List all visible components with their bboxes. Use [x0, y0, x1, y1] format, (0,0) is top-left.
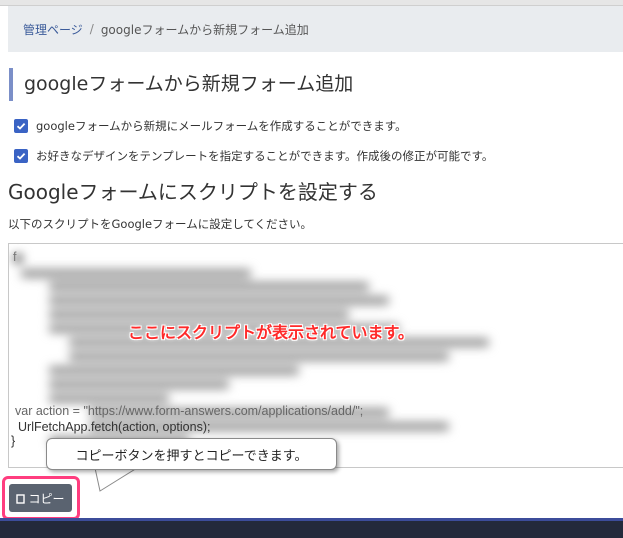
script-line: } — [11, 434, 16, 448]
feature-check-label: googleフォームから新規にメールフォームを作成することができます。 — [36, 119, 407, 133]
feature-check-1: googleフォームから新規にメールフォームを作成することができます。 — [14, 118, 407, 134]
breadcrumb-current: googleフォームから新規フォーム追加 — [100, 22, 309, 37]
breadcrumb: 管理ページ / googleフォームから新規フォーム追加 — [8, 6, 623, 52]
breadcrumb-separator: / — [89, 22, 94, 36]
page-title: googleフォームから新規フォーム追加 — [9, 68, 353, 101]
script-line: UrlFetchApp.fetch(action, options); — [18, 420, 211, 434]
checkbox-checked-icon — [14, 119, 28, 133]
footer-bar — [0, 518, 623, 538]
breadcrumb-home-link[interactable]: 管理ページ — [23, 21, 83, 38]
section-title: Googleフォームにスクリプトを設定する — [8, 180, 378, 204]
section-description: 以下のスクリプトをGoogleフォームに設定してください。 — [8, 217, 313, 231]
script-textarea[interactable]: f var action = "https://www.form-answers… — [8, 243, 623, 468]
feature-check-2: お好きなデザインをテンプレートを指定することができます。作成後の修正が可能です。 — [14, 148, 493, 164]
feature-check-label: お好きなデザインをテンプレートを指定することができます。作成後の修正が可能です。 — [36, 149, 494, 163]
copy-icon — [16, 493, 26, 504]
tooltip-callout: コピーボタンを押すとコピーできます。 — [46, 438, 337, 470]
copy-button-label: コピー — [28, 491, 65, 506]
script-line: var action = "https://www.form-answers.c… — [15, 404, 364, 418]
callout-tail — [95, 467, 139, 492]
copy-button[interactable]: コピー — [9, 484, 72, 512]
annotation-overlay: ここにスクリプトが表示されています。 — [128, 323, 414, 342]
checkbox-checked-icon — [14, 149, 28, 163]
script-first-char: f — [13, 250, 17, 264]
